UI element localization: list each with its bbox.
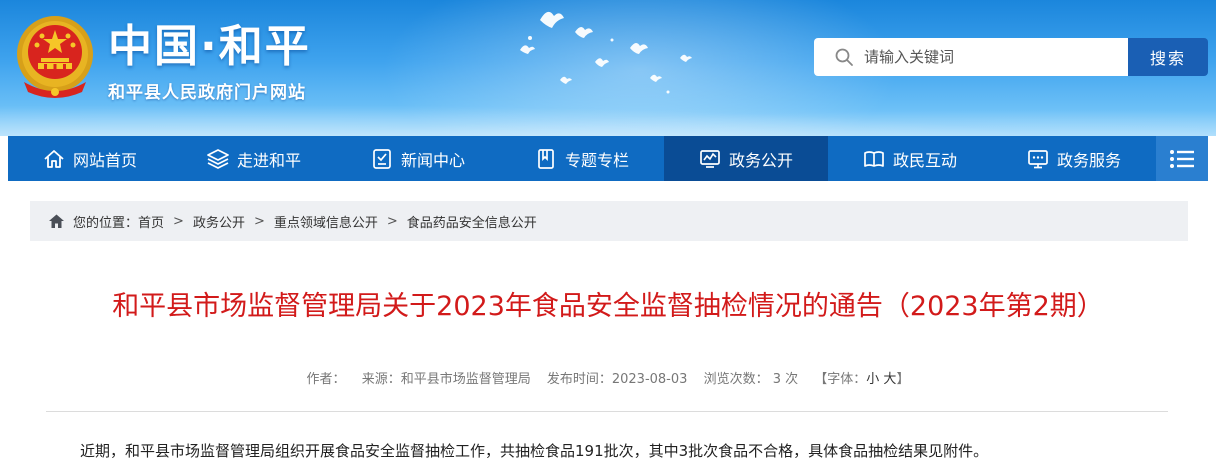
home-icon [49,214,64,228]
nav-item-label: 政民互动 [892,150,957,170]
main-nav: 网站首页 走进和平 新闻中心 专题专栏 政务公开 政民互动 政务服务 [8,136,1208,181]
font-large-button[interactable]: 大 [883,372,896,387]
search-icon [835,48,853,66]
nav-item-label: 政务公开 [728,150,793,170]
font-size-suffix: 】 [896,372,910,387]
nav-menu-button[interactable] [1156,136,1208,181]
nav-item-gov-affairs[interactable]: 政务公开 [664,136,828,181]
search-box [814,38,1130,76]
font-small-button[interactable]: 小 [866,372,879,387]
nav-item-label: 政务服务 [1056,150,1121,170]
article-source: 来源：和平县市场监督管理局 [361,372,531,387]
bookmark-icon [538,148,554,169]
site-title[interactable]: 中国·和平 [108,10,311,74]
doves-decoration-icon [520,11,692,94]
nav-item-services[interactable]: 政务服务 [992,136,1156,181]
breadcrumb-separator: > [253,213,265,229]
breadcrumb-home-link[interactable]: 首页 [138,212,164,231]
nav-item-home[interactable]: 网站首页 [8,136,172,181]
chart-monitor-icon [700,149,720,168]
national-emblem-icon [17,16,93,98]
nav-item-label: 网站首页 [72,150,137,170]
search-input[interactable] [864,38,1124,76]
font-size-prefix: 【字体： [814,372,867,387]
nav-item-label: 走进和平 [236,150,301,170]
nav-item-label: 新闻中心 [400,150,465,170]
layers-icon [207,148,229,169]
breadcrumb: 您的位置： 首页 > 政务公开 > 重点领域信息公开 > 食品药品安全信息公开 [30,201,1188,241]
breadcrumb-key-areas-link[interactable]: 重点领域信息公开 [274,212,378,231]
home-icon [44,149,64,168]
newspaper-icon [373,148,391,169]
breadcrumb-separator: > [173,213,184,229]
breadcrumb-prefix: 您的位置： [73,215,139,231]
article-body-paragraph: 近期，和平县市场监督管理局组织开展食品安全监督抽检工作，共抽检食品191批次，其… [80,442,989,460]
nav-item-news[interactable]: 新闻中心 [336,136,500,181]
breadcrumb-food-drug-link[interactable]: 食品药品安全信息公开 [407,212,537,231]
site-subtitle: 和平县人民政府门户网站 [108,83,306,103]
monitor-chat-icon [1028,149,1048,168]
article-title: 和平县市场监督管理局关于2023年食品安全监督抽检情况的通告（2023年第2期） [112,291,1104,322]
article-views: 浏览次数： 3 次 [703,372,799,387]
book-open-icon [864,150,884,167]
breadcrumb-separator: > [386,213,398,229]
article-meta: 作者： 来源：和平县市场监督管理局 发布时间：2023-08-03 浏览次数： … [0,368,1216,387]
search-button[interactable]: 搜索 [1128,38,1208,76]
font-size-control: 【字体：小 大】 [814,372,909,387]
meta-divider [46,411,1168,412]
breadcrumb-gov-affairs-link[interactable]: 政务公开 [193,212,245,231]
hamburger-menu-icon [1170,149,1194,168]
nav-item-interaction[interactable]: 政民互动 [828,136,992,181]
nav-item-topics[interactable]: 专题专栏 [500,136,664,181]
article-publish-time: 发布时间：2023-08-03 [546,372,688,387]
nav-item-about[interactable]: 走进和平 [172,136,336,181]
article-author: 作者： [306,372,346,387]
nav-item-label: 专题专栏 [564,150,629,170]
